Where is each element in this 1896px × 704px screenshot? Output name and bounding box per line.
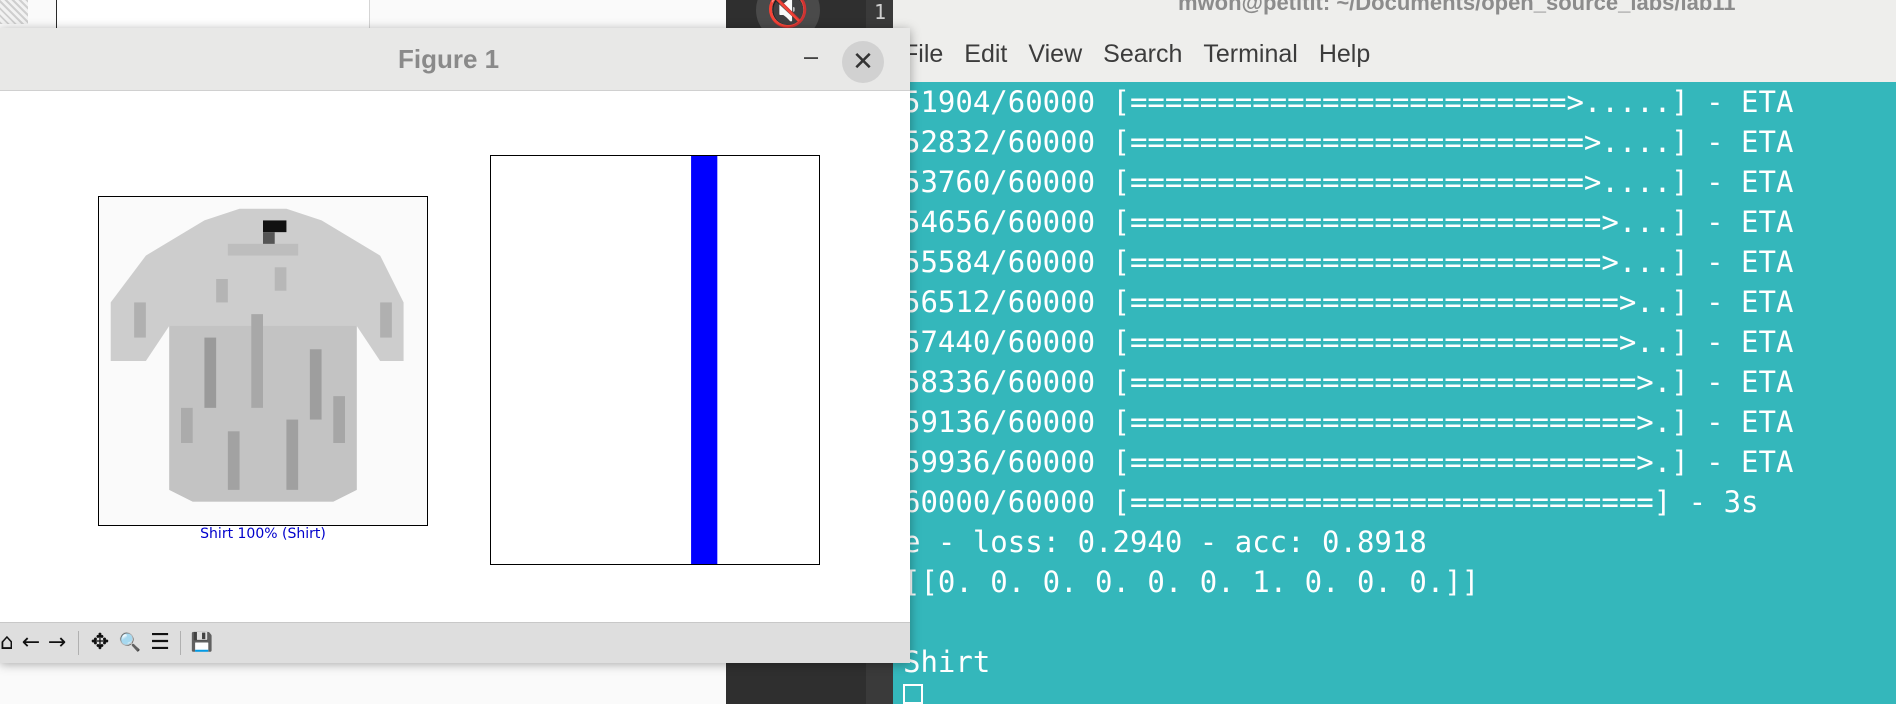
menu-search[interactable]: Search: [1103, 40, 1182, 72]
terminal-line: 57440/60000 [===========================…: [903, 325, 1794, 359]
terminal-line: 55584/60000 [===========================…: [903, 245, 1794, 279]
terminal-line: 54656/60000 [===========================…: [903, 205, 1794, 239]
pan-icon[interactable]: ✥: [86, 629, 114, 657]
save-icon[interactable]: 💾: [188, 629, 216, 657]
terminal-titlebar[interactable]: mwon@petitit: ~/Documents/open_source_la…: [893, 0, 1896, 82]
forward-icon[interactable]: →: [44, 629, 70, 657]
background-window: [57, 0, 370, 30]
figure-window[interactable]: Figure 1 ‒ ✕ Shirt 100% (Shirt) ⌂ ← → ✥ …: [0, 28, 910, 663]
minimize-button[interactable]: ‒: [800, 42, 822, 72]
figure-toolbar: ⌂ ← → ✥ 🔍 ☰ 💾: [0, 622, 910, 663]
terminal-line: 51904/60000 [=========================>.…: [903, 85, 1794, 119]
background-pattern: [0, 0, 28, 24]
terminal-title: mwon@petitit: ~/Documents/open_source_la…: [1178, 0, 1736, 15]
menu-terminal[interactable]: Terminal: [1203, 40, 1297, 72]
image-axes: [98, 196, 428, 526]
terminal-line: [[0. 0. 0. 0. 0. 0. 1. 0. 0. 0.]]: [903, 565, 1480, 599]
configure-icon[interactable]: ☰: [146, 629, 174, 657]
figure-title: Figure 1: [398, 44, 500, 74]
back-icon[interactable]: ←: [18, 629, 44, 657]
shirt-image: [99, 197, 427, 525]
bar-chart: [691, 156, 718, 564]
figure-titlebar[interactable]: Figure 1 ‒ ✕: [0, 28, 910, 91]
terminal-menubar: File Edit View Search Terminal Help: [893, 40, 1391, 72]
terminal-output[interactable]: 51904/60000 [=========================>.…: [893, 82, 1896, 704]
terminal-line: 60000/60000 [===========================…: [903, 485, 1759, 519]
bar-axes: [490, 155, 820, 565]
home-icon[interactable]: ⌂: [0, 629, 12, 657]
terminal-line: Shirt: [903, 645, 991, 679]
terminal-line: 56512/60000 [===========================…: [903, 285, 1794, 319]
background-text: 1: [874, 0, 887, 24]
terminal-line: 53760/60000 [==========================>…: [903, 165, 1794, 199]
terminal-line: 59136/60000 [===========================…: [903, 405, 1794, 439]
terminal-line: 59936/60000 [===========================…: [903, 445, 1794, 479]
image-caption: Shirt 100% (Shirt): [200, 526, 326, 542]
terminal-line: e - loss: 0.2940 - acc: 0.8918: [903, 525, 1427, 559]
terminal-window[interactable]: mwon@petitit: ~/Documents/open_source_la…: [893, 0, 1896, 704]
toolbar-separator: [78, 631, 79, 655]
terminal-cursor: [903, 684, 923, 704]
close-button[interactable]: ✕: [842, 41, 884, 83]
zoom-icon[interactable]: 🔍: [116, 629, 144, 657]
terminal-line: 52832/60000 [==========================>…: [903, 125, 1794, 159]
menu-edit[interactable]: Edit: [964, 40, 1007, 72]
terminal-line: 58336/60000 [===========================…: [903, 365, 1794, 399]
bar-6: [691, 156, 718, 564]
toolbar-separator: [180, 631, 181, 655]
menu-view[interactable]: View: [1028, 40, 1082, 72]
menu-help[interactable]: Help: [1319, 40, 1370, 72]
